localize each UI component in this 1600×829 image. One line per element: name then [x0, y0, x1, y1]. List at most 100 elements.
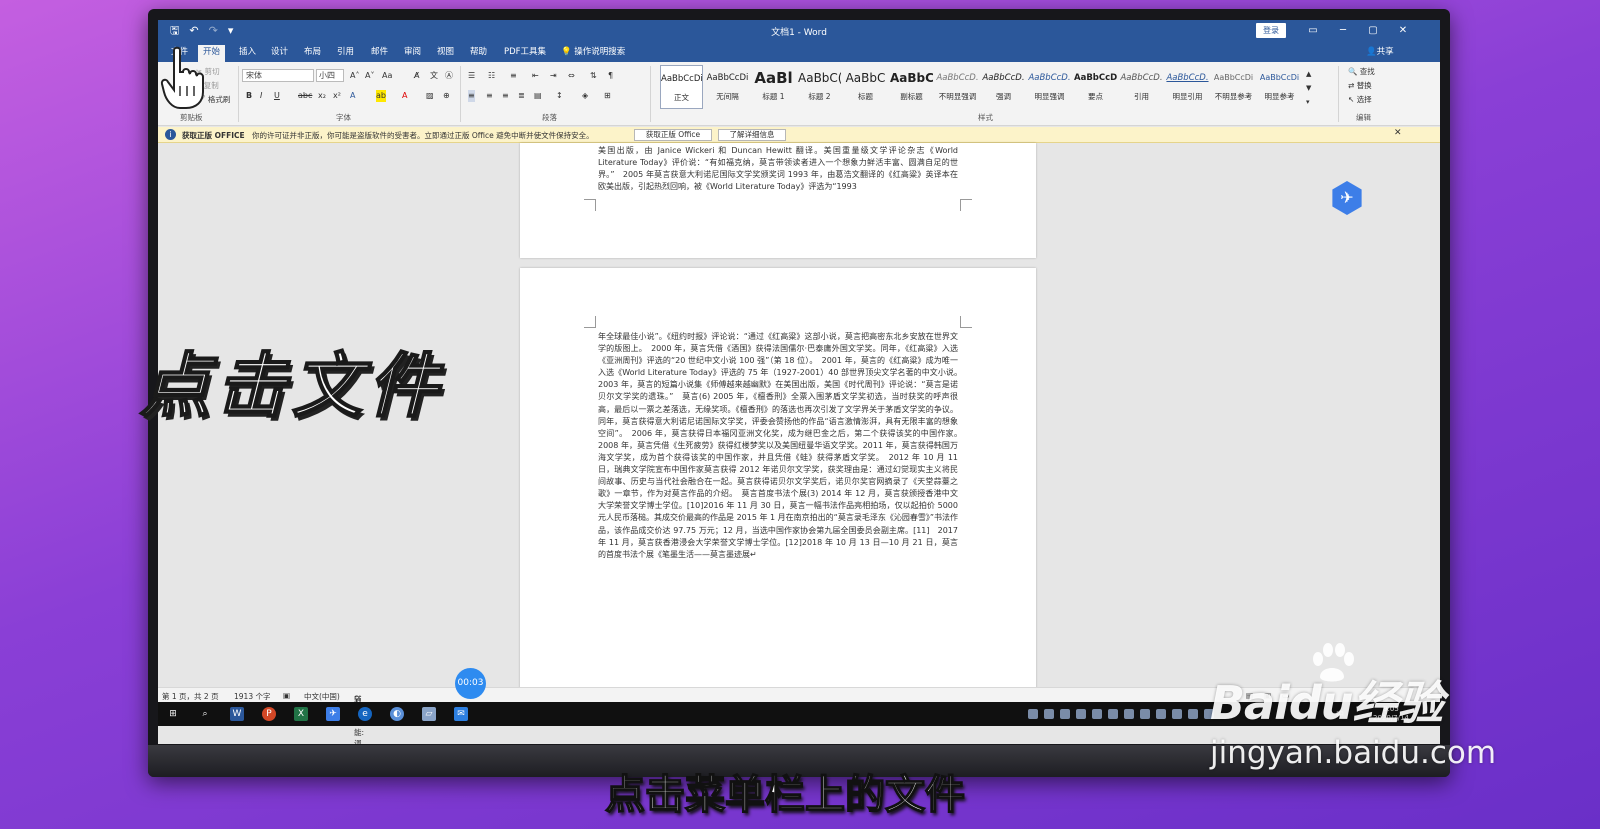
line-spacing-icon[interactable]: ↕ — [556, 90, 563, 102]
tab-design[interactable]: 设计 — [266, 45, 293, 62]
page-1-text[interactable]: 美国出版，由 Janice Wickeri 和 Duncan Hewitt 翻译… — [598, 145, 958, 193]
tray-icon[interactable] — [1172, 709, 1182, 719]
signin-button[interactable]: 登录 — [1256, 23, 1286, 38]
decrease-indent-icon[interactable]: ⇤ — [532, 70, 539, 82]
style-quote[interactable]: AaBbCcD. 引用 — [1120, 65, 1163, 109]
page-count[interactable]: 第 1 页，共 2 页 — [162, 691, 219, 702]
tell-me-search[interactable]: 💡 操作说明搜索 — [556, 45, 630, 62]
multilevel-list-icon[interactable]: ≡ — [510, 70, 517, 82]
notes-app-icon[interactable]: ▱ — [422, 707, 436, 721]
word-count[interactable]: 1913 个字 — [234, 691, 270, 702]
tray-icon[interactable] — [1076, 709, 1086, 719]
shading-icon[interactable]: ◈ — [582, 90, 588, 102]
highlight-icon[interactable]: ab — [376, 90, 386, 102]
tray-icon[interactable] — [1108, 709, 1118, 719]
tray-icon[interactable] — [1156, 709, 1166, 719]
enclose-char-icon[interactable]: ⊕ — [443, 90, 450, 102]
ribbon-display-icon[interactable]: ▭ — [1298, 23, 1328, 38]
style-intense-emphasis[interactable]: AaBbCcD. 明显强调 — [1028, 65, 1071, 109]
edge-browser-icon[interactable]: e — [358, 707, 372, 721]
superscript-icon[interactable]: x² — [333, 90, 341, 102]
replace-button[interactable]: ⇄ 替换 — [1348, 80, 1372, 91]
tab-pdf-tools[interactable]: PDF工具集 — [499, 45, 551, 62]
sort-icon[interactable]: ⇅ — [590, 70, 597, 82]
styles-scroll-down-icon[interactable]: ▼ — [1306, 82, 1311, 94]
bold-icon[interactable]: B — [246, 90, 252, 102]
tray-icon[interactable] — [1028, 709, 1038, 719]
change-case-icon[interactable]: Aa — [382, 70, 392, 82]
get-genuine-button[interactable]: 获取正版 Office — [634, 129, 712, 141]
style-title[interactable]: AaBbC 标题 — [844, 65, 887, 109]
maximize-icon[interactable]: ▢ — [1358, 23, 1388, 38]
style-subtle-emphasis[interactable]: AaBbCcD. 不明显强调 — [936, 65, 979, 109]
style-intense-quote[interactable]: AaBbCcD. 明显引用 — [1166, 65, 1209, 109]
char-shading-icon[interactable]: ▨ — [426, 90, 434, 102]
document-page-1[interactable]: 美国出版，由 Janice Wickeri 和 Duncan Hewitt 翻译… — [520, 143, 1036, 258]
tray-icon[interactable] — [1044, 709, 1054, 719]
excel-app-icon[interactable]: X — [294, 707, 308, 721]
learn-more-button[interactable]: 了解详细信息 — [718, 129, 786, 141]
find-button[interactable]: 🔍 查找 — [1348, 66, 1375, 77]
style-no-spacing[interactable]: AaBbCcDi 无间隔 — [706, 65, 749, 109]
page-2-text[interactable]: 年全球最佳小说”。《纽约时报》评论说：“通过《红高粱》这部小说，莫言把高密东北乡… — [598, 331, 958, 561]
font-size-select[interactable]: 小四 — [316, 69, 344, 82]
share-button[interactable]: 👤共享 — [1366, 45, 1394, 57]
numbering-icon[interactable]: ☷ — [488, 70, 495, 82]
phonetic-guide-icon[interactable]: 文 — [430, 70, 438, 82]
tab-references[interactable]: 引用 — [332, 45, 359, 62]
tray-icon[interactable] — [1140, 709, 1150, 719]
proofing-icon[interactable]: ▣ — [283, 691, 290, 700]
increase-indent-icon[interactable]: ⇥ — [550, 70, 557, 82]
borders-icon[interactable]: ⊞ — [604, 90, 611, 102]
windows-start-icon[interactable]: ⊞ — [166, 707, 180, 721]
style-heading-1[interactable]: AaBl 标题 1 — [752, 65, 795, 109]
style-normal[interactable]: AaBbCcDi 正文 — [660, 65, 703, 109]
bird-app-icon[interactable]: ✈ — [326, 707, 340, 721]
chinese-layout-icon[interactable]: ⇔ — [568, 70, 575, 82]
align-left-icon[interactable]: ≡ — [468, 90, 475, 102]
tray-icon[interactable] — [1092, 709, 1102, 719]
mail-app-icon[interactable]: ✉ — [454, 707, 468, 721]
justify-icon[interactable]: ≣ — [518, 90, 525, 102]
tray-icon[interactable] — [1060, 709, 1070, 719]
tab-review[interactable]: 审阅 — [399, 45, 426, 62]
style-subtitle[interactable]: AaBbC 副标题 — [890, 65, 933, 109]
tray-icon[interactable] — [1188, 709, 1198, 719]
bird-assistant-icon[interactable]: ✈ — [1332, 181, 1362, 215]
powerpoint-app-icon[interactable]: P — [262, 707, 276, 721]
style-strong[interactable]: AaBbCcD 要点 — [1074, 65, 1117, 109]
tray-icon[interactable] — [1124, 709, 1134, 719]
grow-font-icon[interactable]: A˄ — [350, 70, 359, 82]
shrink-font-icon[interactable]: A˅ — [365, 70, 374, 82]
strikethrough-icon[interactable]: abc — [298, 90, 312, 102]
distributed-icon[interactable]: ▤ — [534, 90, 542, 102]
close-icon[interactable]: ✕ — [1388, 23, 1418, 38]
font-color-icon[interactable]: A — [402, 90, 407, 102]
style-intense-reference[interactable]: AaBbCcDi 明显参考 — [1258, 65, 1301, 109]
tab-help[interactable]: 帮助 — [465, 45, 492, 62]
word-app-icon[interactable]: W — [230, 707, 244, 721]
tab-view[interactable]: 视图 — [432, 45, 459, 62]
search-icon[interactable]: ⌕ — [198, 707, 212, 721]
italic-icon[interactable]: I — [260, 90, 262, 102]
select-button[interactable]: ↖ 选择 — [1348, 94, 1372, 105]
minimize-icon[interactable]: ─ — [1328, 23, 1358, 38]
style-emphasis[interactable]: AaBbCcD. 强调 — [982, 65, 1025, 109]
tab-layout[interactable]: 布局 — [299, 45, 326, 62]
char-border-icon[interactable]: Ⓐ — [445, 70, 453, 82]
text-effects-icon[interactable]: A — [350, 90, 355, 102]
globe-app-icon[interactable]: ◐ — [390, 707, 404, 721]
underline-icon[interactable]: U — [274, 90, 280, 102]
styles-more-icon[interactable]: ▾ — [1306, 96, 1310, 108]
tab-mailings[interactable]: 邮件 — [366, 45, 393, 62]
close-icon[interactable]: ✕ — [1394, 128, 1402, 138]
bullets-icon[interactable]: ☰ — [468, 70, 475, 82]
align-right-icon[interactable]: ≡ — [502, 90, 509, 102]
document-page-2[interactable]: 年全球最佳小说”。《纽约时报》评论说：“通过《红高粱》这部小说，莫言把高密东北乡… — [520, 268, 1036, 698]
font-name-select[interactable]: 宋体 — [242, 69, 314, 82]
align-center-icon[interactable]: ≡ — [486, 90, 493, 102]
show-marks-icon[interactable]: ¶ — [608, 70, 613, 82]
subscript-icon[interactable]: x₂ — [318, 90, 326, 102]
styles-scroll-up-icon[interactable]: ▲ — [1306, 68, 1311, 80]
tab-insert[interactable]: 插入 — [234, 45, 261, 62]
